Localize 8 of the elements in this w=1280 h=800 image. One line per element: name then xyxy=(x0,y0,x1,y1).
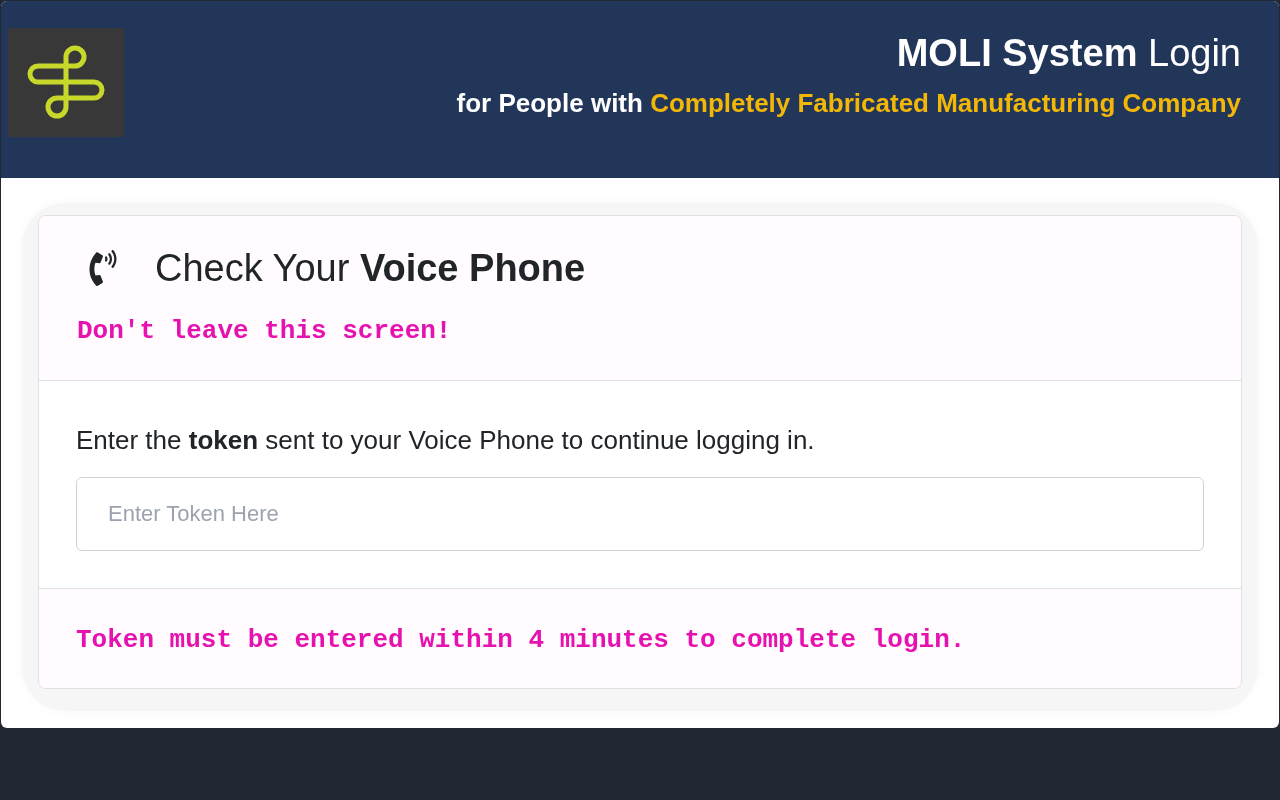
timeout-note: Token must be entered within 4 minutes to complete login. xyxy=(76,624,967,656)
subtitle: for People with Completely Fabricated Manufacturing Company xyxy=(456,87,1241,119)
card-heading: Check Your Voice Phone xyxy=(155,246,586,291)
warning-text: Don't leave this screen! xyxy=(77,315,453,347)
logo-icon xyxy=(8,28,124,137)
instruction-text: Enter the token sent to your Voice Phone to continue logging in. xyxy=(76,424,816,456)
page-title: MOLI System Login xyxy=(896,31,1241,76)
token-input[interactable]: Enter Token Here xyxy=(76,477,1204,551)
